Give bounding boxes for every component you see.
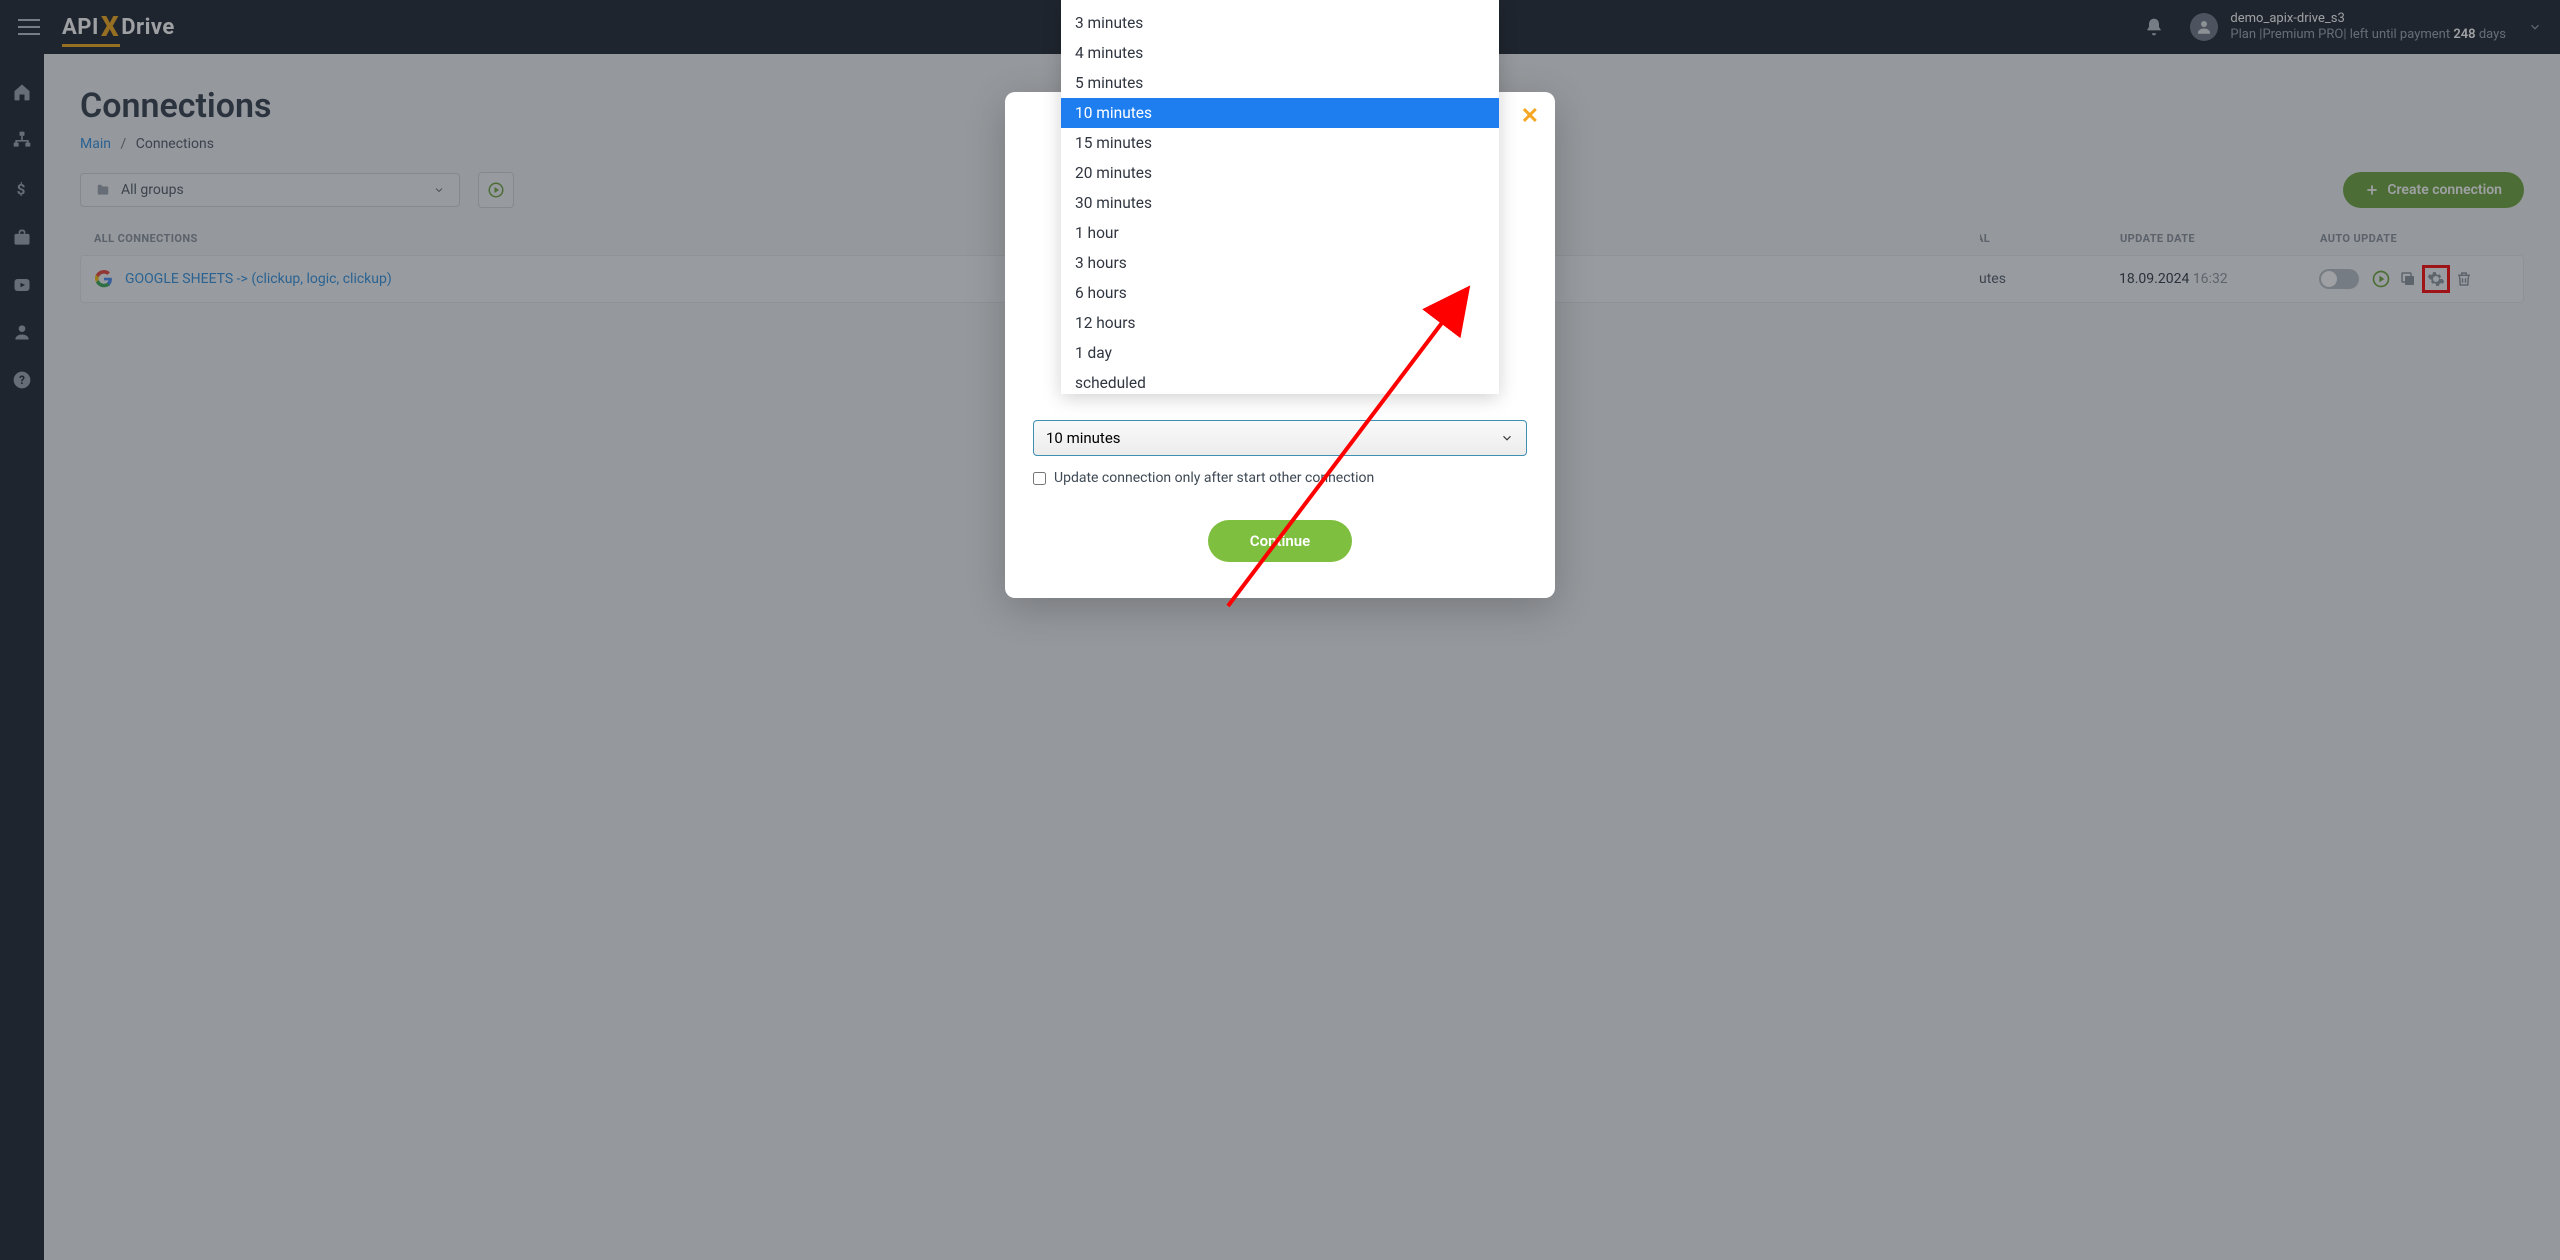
interval-option[interactable]: 10 minutes <box>1061 98 1499 128</box>
interval-option[interactable]: 6 hours <box>1061 278 1499 308</box>
interval-option[interactable]: scheduled <box>1061 368 1499 394</box>
interval-selected: 10 minutes <box>1046 429 1121 447</box>
checkbox-input[interactable] <box>1033 472 1046 485</box>
interval-option[interactable]: 12 hours <box>1061 308 1499 338</box>
interval-option[interactable]: 1 day <box>1061 338 1499 368</box>
interval-option[interactable]: 4 minutes <box>1061 38 1499 68</box>
interval-option[interactable]: 15 minutes <box>1061 128 1499 158</box>
interval-option[interactable]: 5 minutes <box>1061 68 1499 98</box>
dependent-update-checkbox[interactable]: Update connection only after start other… <box>1033 470 1527 486</box>
interval-option[interactable]: 20 minutes <box>1061 158 1499 188</box>
interval-select[interactable]: 10 minutes <box>1033 420 1527 456</box>
interval-option[interactable]: 3 hours <box>1061 248 1499 278</box>
chevron-down-icon <box>1500 431 1514 445</box>
close-icon[interactable]: ✕ <box>1521 104 1539 129</box>
interval-option[interactable]: 3 minutes <box>1061 8 1499 38</box>
interval-option[interactable]: 2 minutes <box>1061 0 1499 8</box>
interval-option[interactable]: 30 minutes <box>1061 188 1499 218</box>
continue-button[interactable]: Continue <box>1208 520 1352 562</box>
interval-dropdown[interactable]: 2 minutes3 minutes4 minutes5 minutes10 m… <box>1061 0 1499 394</box>
interval-option[interactable]: 1 hour <box>1061 218 1499 248</box>
checkbox-label: Update connection only after start other… <box>1054 470 1374 486</box>
